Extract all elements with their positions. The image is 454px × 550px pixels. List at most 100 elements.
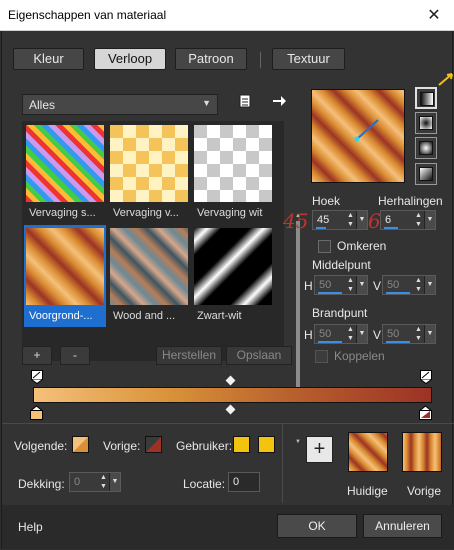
invert-checkbox[interactable]: [318, 240, 331, 253]
repeats-stepper-icon[interactable]: ▲ ▼: [413, 211, 424, 229]
user-color-swatch-2[interactable]: [258, 436, 275, 453]
opacity-input[interactable]: 0 ▲ ▼ ▼: [69, 472, 121, 492]
gradient-item[interactable]: Vervaging wit: [192, 122, 274, 224]
tab-patroon[interactable]: Patroon: [175, 48, 247, 70]
gradient-thumbnail: [194, 228, 272, 305]
arrow-right-icon[interactable]: [268, 93, 290, 115]
focus-v-dropdown-icon[interactable]: ▼: [424, 325, 435, 343]
previous-gradient-swatch[interactable]: [402, 432, 442, 472]
gradient-item-label: Vervaging s...: [29, 207, 96, 219]
center-label: Middelpunt: [312, 258, 371, 272]
tab-kleur[interactable]: Kleur: [13, 48, 84, 70]
gradient-library: Vervaging s... Vervaging v... Vervaging …: [22, 121, 301, 445]
opacity-dropdown-icon[interactable]: ▼: [109, 473, 120, 491]
gradient-item-label: Voorgrond-...: [29, 310, 93, 322]
focus-h-input[interactable]: 50 ▲ ▼ ▼: [314, 324, 368, 344]
center-h-input[interactable]: 50 ▲ ▼ ▼: [314, 275, 368, 295]
stop-top-right-icon[interactable]: [420, 370, 432, 385]
user-label: Gebruiker:: [176, 439, 233, 453]
scroll-down-icon[interactable]: ▼: [294, 439, 302, 445]
tab-separator: [260, 52, 261, 68]
gradient-item-label: Vervaging wit: [197, 207, 263, 219]
dialog-footer: Help OK Annuleren: [2, 505, 454, 549]
stop-top-left-icon[interactable]: [31, 370, 43, 385]
center-v-dropdown-icon[interactable]: ▼: [424, 276, 435, 294]
focus-h-stepper-icon[interactable]: ▲ ▼: [345, 325, 356, 343]
focus-h-value: 50: [319, 328, 332, 340]
gradient-thumbnail: [194, 125, 272, 202]
close-icon[interactable]: ✕: [414, 0, 454, 31]
gradient-item-label: Zwart-wit: [197, 310, 242, 322]
opacity-label: Dekking:: [18, 477, 65, 491]
angle-dropdown-icon[interactable]: ▼: [356, 211, 367, 229]
focus-v-value: 50: [387, 328, 400, 340]
center-v-value: 50: [387, 279, 400, 291]
radial-style-icon: [419, 167, 433, 181]
remove-gradient-button[interactable]: -: [60, 346, 90, 365]
focus-h-level-bar: [318, 341, 342, 343]
library-scrollbar[interactable]: ▲ ▼: [294, 213, 302, 449]
next-color-swatch[interactable]: [72, 436, 89, 453]
cancel-button[interactable]: Annuleren: [363, 514, 442, 538]
angle-stepper-icon[interactable]: ▲ ▼: [345, 211, 356, 229]
center-h-dropdown-icon[interactable]: ▼: [356, 276, 367, 294]
repeats-value: 6: [385, 214, 392, 226]
gradient-preview[interactable]: [311, 89, 405, 183]
focus-v-level-bar: [386, 341, 410, 343]
focus-h-dropdown-icon[interactable]: ▼: [356, 325, 367, 343]
restore-button[interactable]: Herstellen: [156, 346, 222, 365]
ok-button[interactable]: OK: [277, 514, 357, 538]
prev-color-swatch[interactable]: [145, 436, 162, 453]
gradient-editor-bar[interactable]: [33, 387, 432, 403]
gradient-item[interactable]: Wood and ...: [108, 225, 190, 327]
title-bar: Eigenschappen van materiaal ✕: [0, 0, 454, 31]
style-rectangular-button[interactable]: [415, 112, 437, 134]
focus-v-stepper-icon[interactable]: ▲ ▼: [413, 325, 424, 343]
scrollbar-thumb[interactable]: [296, 221, 300, 401]
angle-input[interactable]: 45 ▲ ▼ ▼: [312, 210, 368, 230]
tab-verloop[interactable]: Verloop: [94, 48, 166, 70]
midpoint-top-icon[interactable]: [225, 375, 236, 386]
center-h-label: H: [304, 279, 313, 293]
library-menu-icon[interactable]: [234, 93, 256, 115]
current-gradient-swatch[interactable]: [348, 432, 388, 472]
center-h-stepper-icon[interactable]: ▲ ▼: [345, 276, 356, 294]
center-v-input[interactable]: 50 ▲ ▼ ▼: [382, 275, 436, 295]
dialog-body: Kleur Verloop Patroon Textuur Alles ▼ Ve…: [1, 31, 454, 549]
invert-label: Omkeren: [337, 239, 387, 253]
add-to-library-button[interactable]: +: [306, 436, 333, 463]
tab-textuur[interactable]: Textuur: [272, 48, 345, 70]
stop-bottom-right-icon[interactable]: [419, 405, 432, 420]
gradient-thumbnail: [26, 228, 104, 305]
angle-label: Hoek: [312, 194, 341, 208]
gradient-item-selected[interactable]: Voorgrond-...: [24, 225, 106, 327]
focus-v-input[interactable]: 50 ▲ ▼ ▼: [382, 324, 436, 344]
gradient-item[interactable]: Zwart-wit: [192, 225, 274, 327]
section-divider: [2, 423, 454, 424]
repeats-level-bar: [384, 227, 398, 229]
center-v-stepper-icon[interactable]: ▲ ▼: [413, 276, 424, 294]
annotation-repeats: 6: [368, 209, 381, 233]
gradient-item[interactable]: Vervaging v...: [108, 122, 190, 224]
style-radial-button[interactable]: [415, 163, 437, 185]
help-button[interactable]: Help: [18, 520, 43, 534]
center-v-label: V: [373, 279, 382, 293]
next-label: Volgende:: [14, 439, 68, 453]
gradient-item-label: Wood and ...: [113, 310, 176, 322]
link-checkbox[interactable]: [315, 350, 328, 363]
add-gradient-button[interactable]: +: [22, 346, 52, 365]
opacity-stepper-icon[interactable]: ▲ ▼: [98, 473, 109, 491]
midpoint-bottom-icon[interactable]: [225, 404, 236, 415]
pointer-arrow-icon: [438, 73, 453, 86]
stop-bottom-left-icon[interactable]: [30, 405, 43, 420]
user-color-swatch-1[interactable]: [233, 436, 250, 453]
save-button[interactable]: Opslaan: [226, 346, 292, 365]
repeats-dropdown-icon[interactable]: ▼: [424, 211, 435, 229]
style-linear-button[interactable]: [415, 87, 437, 109]
location-input[interactable]: 0: [228, 472, 260, 492]
repeats-input[interactable]: 6 ▲ ▼ ▼: [380, 210, 436, 230]
angle-value: 45: [317, 214, 330, 226]
category-dropdown[interactable]: Alles ▼: [22, 94, 218, 115]
gradient-item[interactable]: Vervaging s...: [24, 122, 106, 224]
style-sunburst-button[interactable]: [415, 137, 437, 159]
